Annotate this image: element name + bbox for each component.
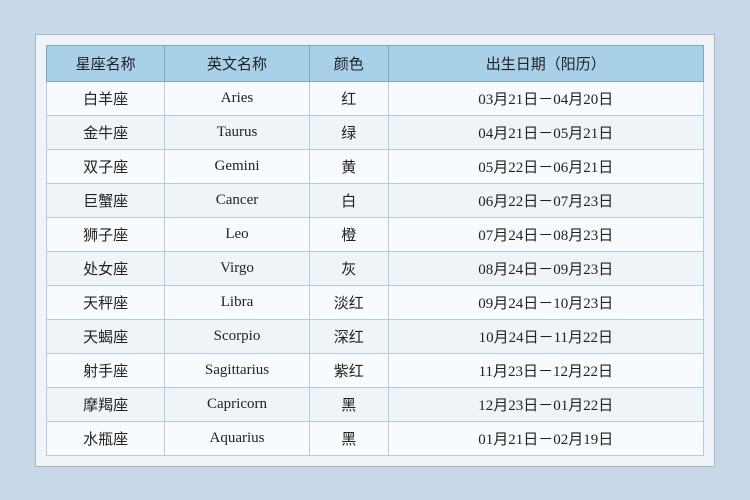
cell-zh-name: 天蝎座	[47, 319, 165, 353]
table-row: 天蝎座Scorpio深红10月24日－11月22日	[47, 319, 704, 353]
cell-zh-name: 巨蟹座	[47, 183, 165, 217]
table-row: 水瓶座Aquarius黑01月21日－02月19日	[47, 421, 704, 455]
cell-color: 红	[309, 81, 388, 115]
zodiac-table: 星座名称 英文名称 颜色 出生日期（阳历） 白羊座Aries红03月21日－04…	[46, 45, 704, 456]
cell-date: 12月23日－01月22日	[388, 387, 703, 421]
cell-zh-name: 白羊座	[47, 81, 165, 115]
cell-zh-name: 天秤座	[47, 285, 165, 319]
cell-en-name: Virgo	[165, 251, 310, 285]
cell-zh-name: 水瓶座	[47, 421, 165, 455]
cell-date: 08月24日－09月23日	[388, 251, 703, 285]
cell-color: 黄	[309, 149, 388, 183]
table-row: 金牛座Taurus绿04月21日－05月21日	[47, 115, 704, 149]
cell-date: 10月24日－11月22日	[388, 319, 703, 353]
cell-color: 紫红	[309, 353, 388, 387]
cell-date: 05月22日－06月21日	[388, 149, 703, 183]
cell-color: 深红	[309, 319, 388, 353]
cell-zh-name: 处女座	[47, 251, 165, 285]
cell-color: 黑	[309, 421, 388, 455]
cell-zh-name: 摩羯座	[47, 387, 165, 421]
cell-en-name: Scorpio	[165, 319, 310, 353]
table-row: 天秤座Libra淡红09月24日－10月23日	[47, 285, 704, 319]
table-row: 狮子座Leo橙07月24日－08月23日	[47, 217, 704, 251]
header-date: 出生日期（阳历）	[388, 45, 703, 81]
cell-date: 04月21日－05月21日	[388, 115, 703, 149]
header-en-name: 英文名称	[165, 45, 310, 81]
cell-zh-name: 狮子座	[47, 217, 165, 251]
zodiac-table-container: 星座名称 英文名称 颜色 出生日期（阳历） 白羊座Aries红03月21日－04…	[35, 34, 715, 467]
table-row: 巨蟹座Cancer白06月22日－07月23日	[47, 183, 704, 217]
cell-zh-name: 射手座	[47, 353, 165, 387]
cell-date: 09月24日－10月23日	[388, 285, 703, 319]
cell-en-name: Aries	[165, 81, 310, 115]
cell-en-name: Cancer	[165, 183, 310, 217]
cell-color: 绿	[309, 115, 388, 149]
cell-en-name: Leo	[165, 217, 310, 251]
cell-date: 06月22日－07月23日	[388, 183, 703, 217]
table-row: 处女座Virgo灰08月24日－09月23日	[47, 251, 704, 285]
cell-date: 01月21日－02月19日	[388, 421, 703, 455]
cell-color: 橙	[309, 217, 388, 251]
header-color: 颜色	[309, 45, 388, 81]
cell-en-name: Gemini	[165, 149, 310, 183]
cell-zh-name: 金牛座	[47, 115, 165, 149]
table-row: 白羊座Aries红03月21日－04月20日	[47, 81, 704, 115]
cell-en-name: Aquarius	[165, 421, 310, 455]
cell-color: 灰	[309, 251, 388, 285]
cell-en-name: Sagittarius	[165, 353, 310, 387]
table-header-row: 星座名称 英文名称 颜色 出生日期（阳历）	[47, 45, 704, 81]
cell-date: 07月24日－08月23日	[388, 217, 703, 251]
table-row: 摩羯座Capricorn黑12月23日－01月22日	[47, 387, 704, 421]
cell-date: 11月23日－12月22日	[388, 353, 703, 387]
table-body: 白羊座Aries红03月21日－04月20日金牛座Taurus绿04月21日－0…	[47, 81, 704, 455]
header-zh-name: 星座名称	[47, 45, 165, 81]
cell-en-name: Capricorn	[165, 387, 310, 421]
cell-color: 淡红	[309, 285, 388, 319]
cell-en-name: Libra	[165, 285, 310, 319]
table-row: 双子座Gemini黄05月22日－06月21日	[47, 149, 704, 183]
cell-date: 03月21日－04月20日	[388, 81, 703, 115]
cell-color: 白	[309, 183, 388, 217]
cell-zh-name: 双子座	[47, 149, 165, 183]
cell-color: 黑	[309, 387, 388, 421]
table-row: 射手座Sagittarius紫红11月23日－12月22日	[47, 353, 704, 387]
cell-en-name: Taurus	[165, 115, 310, 149]
